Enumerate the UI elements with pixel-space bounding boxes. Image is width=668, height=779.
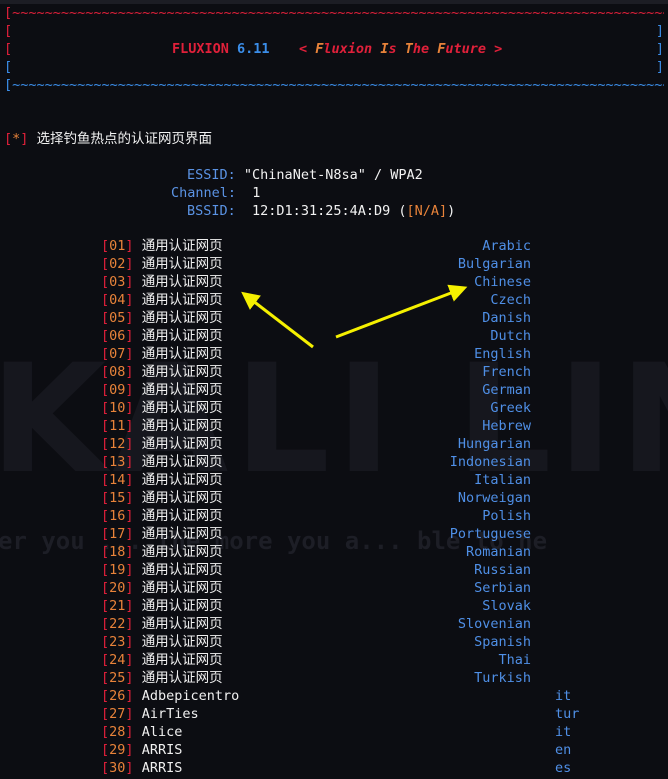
arrow-to-item-03 bbox=[241, 291, 314, 349]
annotation-arrows bbox=[241, 284, 468, 349]
terminal-window: KALI LINUX er you ... the more you a... … bbox=[0, 0, 668, 779]
arrow-to-chinese bbox=[335, 284, 468, 339]
